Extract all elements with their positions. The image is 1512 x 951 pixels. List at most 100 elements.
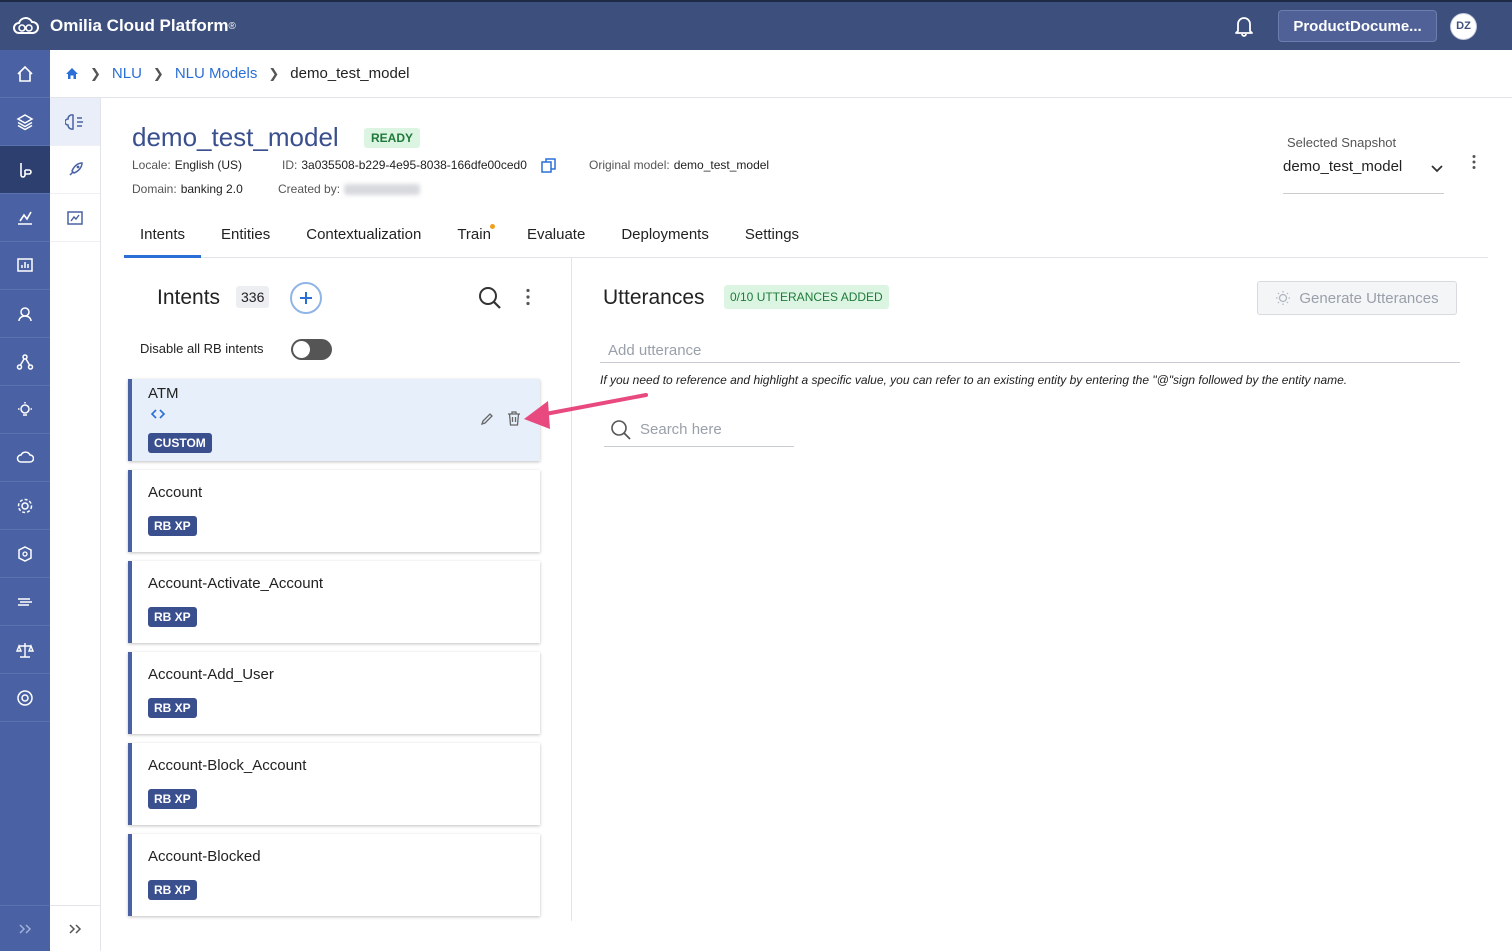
snapshot-label: Selected Snapshot bbox=[1287, 135, 1397, 150]
intent-card[interactable]: Account-Add_User RB XP bbox=[128, 652, 540, 734]
add-intent-button[interactable] bbox=[290, 282, 322, 314]
settings-icon bbox=[17, 498, 33, 513]
cloud-icon bbox=[16, 450, 34, 463]
domain-meta: Domain: banking 2.0 bbox=[132, 182, 243, 196]
rail-analytics[interactable] bbox=[0, 242, 50, 290]
id-meta: ID: 3a035508-b229-4e95-8038-166dfe00ced0 bbox=[282, 158, 527, 172]
rail-support[interactable] bbox=[0, 674, 50, 722]
intents-more-menu-icon[interactable] bbox=[522, 288, 534, 311]
tab-entities[interactable]: Entities bbox=[205, 216, 286, 258]
status-badge: READY bbox=[364, 128, 421, 148]
report-icon bbox=[67, 210, 83, 225]
analytics-icon bbox=[17, 257, 33, 272]
tab-deployments[interactable]: Deployments bbox=[605, 216, 725, 258]
add-utterance-input[interactable]: Add utterance bbox=[600, 337, 1460, 363]
snapshot-value: demo_test_model bbox=[1283, 158, 1403, 175]
double-chevron-right-icon bbox=[69, 923, 82, 934]
security-icon bbox=[18, 545, 32, 562]
intent-card[interactable]: Account RB XP bbox=[128, 470, 540, 552]
app-name: Omilia Cloud Platform bbox=[50, 16, 229, 35]
main-nav-rail bbox=[0, 50, 50, 951]
rail-home[interactable] bbox=[0, 50, 50, 98]
rail-speech[interactable] bbox=[0, 578, 50, 626]
section-sub-rail bbox=[50, 98, 101, 951]
tab-label: Train bbox=[457, 226, 491, 243]
tab-train[interactable]: Train bbox=[441, 216, 507, 258]
locale-value: English (US) bbox=[174, 158, 243, 172]
rail-balance[interactable] bbox=[0, 626, 50, 674]
original-model-label: Original model: bbox=[589, 158, 670, 172]
intent-card[interactable]: Account-Blocked RB XP bbox=[128, 834, 540, 916]
model-tabs: Intents Entities Contextualization Train… bbox=[124, 216, 1488, 258]
tab-label: Deployments bbox=[621, 226, 709, 243]
rail-settings[interactable] bbox=[0, 482, 50, 530]
idea-icon bbox=[18, 401, 32, 416]
tab-intents[interactable]: Intents bbox=[124, 216, 202, 258]
intent-name: ATM bbox=[148, 385, 179, 402]
subrail-deploy[interactable] bbox=[50, 146, 100, 194]
generate-utterances-button[interactable]: Generate Utterances bbox=[1257, 281, 1457, 315]
chevron-right-icon: ❯ bbox=[268, 65, 280, 81]
snapshot-select[interactable]: demo_test_model bbox=[1283, 157, 1444, 194]
breadcrumb: ❯ NLU ❯ NLU Models ❯ demo_test_model bbox=[50, 50, 1512, 98]
rocket-icon bbox=[69, 161, 83, 176]
subrail-models[interactable] bbox=[50, 98, 100, 146]
tab-label: Contextualization bbox=[306, 226, 422, 243]
intent-card[interactable]: Account-Block_Account RB XP bbox=[128, 743, 540, 825]
double-chevron-right-icon bbox=[19, 923, 32, 934]
intent-type-badge: RB XP bbox=[148, 789, 197, 809]
copy-icon[interactable] bbox=[541, 158, 556, 178]
model-more-menu-icon[interactable] bbox=[1466, 154, 1482, 175]
notifications-bell-icon[interactable] bbox=[1234, 15, 1254, 37]
intent-name: Account-Block_Account bbox=[148, 757, 307, 774]
subrail-expand[interactable] bbox=[50, 905, 100, 951]
intent-name: Account-Blocked bbox=[148, 848, 261, 865]
intent-type-badge: CUSTOM bbox=[148, 433, 212, 453]
rail-expand[interactable] bbox=[0, 905, 50, 951]
locale-label: Locale: bbox=[132, 158, 171, 172]
generate-utterances-label: Generate Utterances bbox=[1299, 289, 1439, 307]
edit-pencil-icon[interactable] bbox=[480, 412, 494, 431]
subrail-reports[interactable] bbox=[50, 194, 100, 242]
intent-type-badge: RB XP bbox=[148, 698, 197, 718]
rail-flow[interactable] bbox=[0, 338, 50, 386]
rail-ideas[interactable] bbox=[0, 386, 50, 434]
search-icon bbox=[611, 419, 631, 440]
user-avatar[interactable]: DZ bbox=[1451, 13, 1476, 39]
balance-icon bbox=[16, 642, 34, 658]
home-icon bbox=[17, 65, 33, 82]
panel-divider bbox=[571, 258, 572, 921]
tab-label: Intents bbox=[140, 226, 186, 243]
support-icon bbox=[17, 689, 33, 706]
rail-layers[interactable] bbox=[0, 98, 50, 146]
layers-icon bbox=[16, 113, 34, 130]
id-value: 3a035508-b229-4e95-8038-166dfe00ced0 bbox=[301, 158, 527, 172]
organization-button[interactable]: ProductDocume... bbox=[1278, 10, 1437, 42]
entity-reference-hint: If you need to reference and highlight a… bbox=[600, 373, 1348, 387]
utterance-search-input[interactable]: Search here bbox=[604, 413, 794, 447]
nlu-icon bbox=[20, 162, 32, 178]
original-model-value: demo_test_model bbox=[673, 158, 770, 172]
rail-nlu[interactable] bbox=[0, 146, 50, 194]
linked-icon bbox=[150, 407, 166, 425]
plus-icon bbox=[300, 292, 312, 304]
disable-rb-intents-toggle[interactable] bbox=[291, 339, 332, 360]
search-intents-icon[interactable] bbox=[477, 285, 503, 316]
home-icon[interactable] bbox=[65, 67, 79, 80]
breadcrumb-nlu-models[interactable]: NLU Models bbox=[175, 65, 258, 82]
rail-insights[interactable] bbox=[0, 194, 50, 242]
tab-contextualization[interactable]: Contextualization bbox=[290, 216, 437, 258]
intent-card-atm[interactable]: ATM CUSTOM bbox=[128, 379, 540, 461]
original-model-meta: Original model: demo_test_model bbox=[589, 158, 769, 172]
rail-security[interactable] bbox=[0, 530, 50, 578]
search-placeholder: Search here bbox=[640, 421, 722, 438]
tab-settings[interactable]: Settings bbox=[729, 216, 815, 258]
domain-label: Domain: bbox=[132, 182, 177, 196]
breadcrumb-nlu[interactable]: NLU bbox=[112, 65, 142, 82]
rail-cloud[interactable] bbox=[0, 434, 50, 482]
tab-evaluate[interactable]: Evaluate bbox=[511, 216, 601, 258]
app-brand[interactable]: Omilia Cloud Platform ® bbox=[12, 16, 236, 36]
intent-card[interactable]: Account-Activate_Account RB XP bbox=[128, 561, 540, 643]
rail-agent[interactable] bbox=[0, 290, 50, 338]
redacted-author bbox=[344, 184, 421, 196]
